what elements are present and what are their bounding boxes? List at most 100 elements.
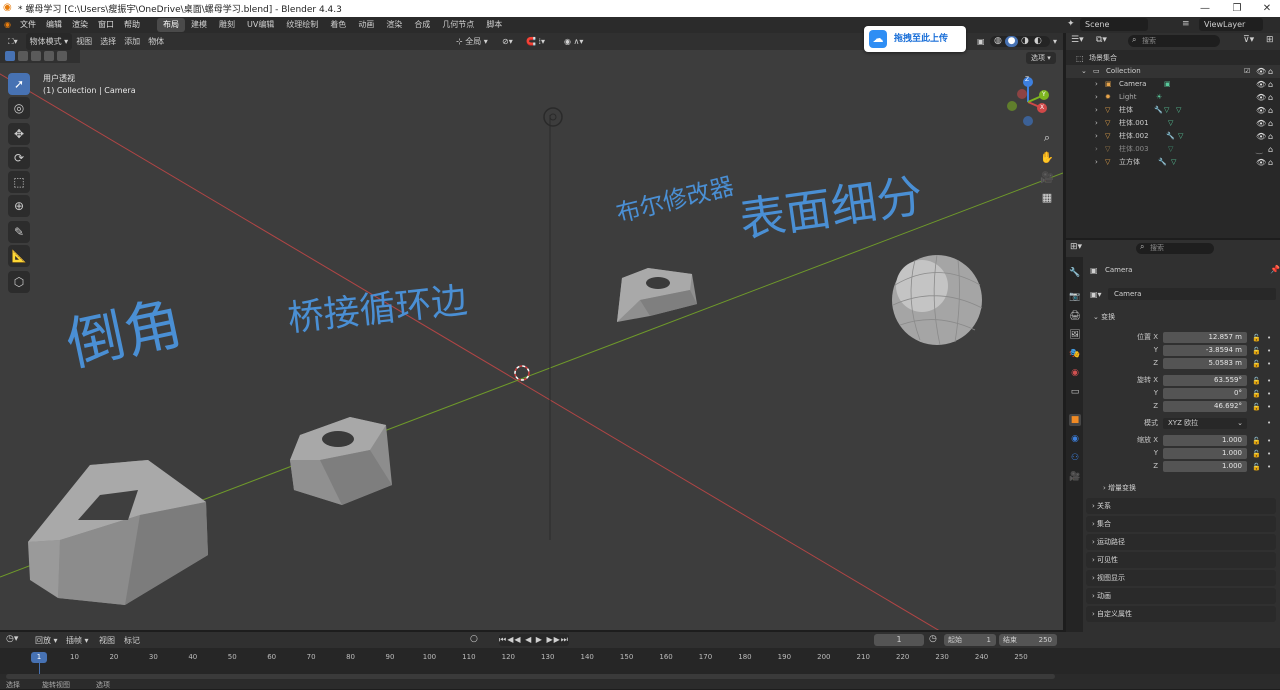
viewlayer-selector[interactable]: ViewLayer: [1199, 18, 1263, 31]
tab-animation[interactable]: 动画: [352, 18, 380, 32]
eye-icon[interactable]: 👁: [1256, 130, 1266, 143]
eye-icon[interactable]: 👁: [1256, 117, 1266, 130]
timeline-scrollbar[interactable]: [6, 674, 1055, 679]
keyframe-dot-icon[interactable]: • • •: [1267, 435, 1271, 474]
properties-editor-icon[interactable]: ⊞▾: [1070, 242, 1082, 252]
section-custom-properties[interactable]: › 自定义属性: [1086, 606, 1276, 622]
outliner-item[interactable]: › ▽ 柱体.003 ▽ ‿ ⌂: [1066, 143, 1280, 156]
constraints-tab-icon[interactable]: ⚇: [1069, 452, 1081, 464]
display-mode-icon[interactable]: ⧉▾: [1096, 35, 1107, 45]
menu-select[interactable]: 选择: [96, 33, 120, 50]
physics-tab-icon[interactable]: ◉: [1069, 433, 1081, 445]
camera-render-icon[interactable]: ⌂: [1268, 91, 1273, 104]
solid-shading-icon[interactable]: ●: [1005, 36, 1018, 47]
pan-hand-icon[interactable]: ✋: [1037, 148, 1057, 168]
expand-arrow-icon[interactable]: ›: [1095, 78, 1098, 91]
menu-edit[interactable]: 编辑: [41, 17, 67, 33]
add-cube-tool[interactable]: ⬡: [8, 271, 30, 293]
select-subtract-icon[interactable]: [31, 51, 41, 61]
cursor-tool[interactable]: ◎: [8, 97, 30, 119]
timeline-track[interactable]: [0, 648, 1280, 674]
view-layer-tab-icon[interactable]: 🖼: [1069, 329, 1081, 341]
perspective-toggle-icon[interactable]: ▦: [1037, 188, 1057, 208]
scene-tab-icon[interactable]: 🎭: [1069, 348, 1081, 360]
section-collections[interactable]: › 集合: [1086, 516, 1276, 532]
camera-render-icon[interactable]: ⌂: [1268, 117, 1273, 130]
collection-tab-icon[interactable]: ▭: [1069, 386, 1081, 398]
collection-checkbox-icon[interactable]: ☑: [1244, 65, 1250, 78]
outliner-item[interactable]: › ✹ Light ☀ 👁 ⌂: [1066, 91, 1280, 104]
rotation-y-field[interactable]: 0°: [1163, 388, 1247, 399]
outliner-item[interactable]: › ▣ Camera ▣ 👁 ⌂: [1066, 78, 1280, 91]
camera-render-icon[interactable]: ⌂: [1268, 78, 1273, 91]
menu-help[interactable]: 帮助: [119, 17, 145, 33]
camera-render-icon[interactable]: ⌂: [1268, 65, 1273, 78]
collection-row[interactable]: ⌄ ▭ Collection ☑ 👁 ⌂: [1066, 65, 1280, 78]
filter-icon[interactable]: ⊽▾: [1243, 35, 1254, 45]
camera-render-icon[interactable]: ⌂: [1268, 104, 1273, 117]
expand-arrow-icon[interactable]: ⌄: [1081, 65, 1087, 78]
camera-render-icon[interactable]: ⌂: [1268, 130, 1273, 143]
expand-arrow-icon[interactable]: ›: [1095, 104, 1098, 117]
datablock-icon[interactable]: ▣▾: [1090, 290, 1102, 299]
tab-rendering[interactable]: 渲染: [380, 18, 408, 32]
menu-window[interactable]: 窗口: [93, 17, 119, 33]
measure-tool[interactable]: 📐: [8, 245, 30, 267]
shading-options-icon[interactable]: ▾: [1049, 33, 1061, 50]
delta-transform-toggle[interactable]: › 增量变换: [1103, 483, 1136, 493]
close-button[interactable]: ✕: [1252, 0, 1280, 17]
editor-type-icon[interactable]: ⛶▾: [0, 33, 22, 50]
outliner-item[interactable]: › ▽ 立方体 🔧 ▽ 👁 ⌂: [1066, 156, 1280, 169]
move-tool[interactable]: ✥: [8, 123, 30, 145]
lock-icon[interactable]: 🔓 🔓 🔓: [1252, 375, 1261, 414]
minimize-button[interactable]: —: [1190, 0, 1220, 17]
mode-selector[interactable]: 物体模式 ▾: [25, 33, 73, 50]
zoom-icon[interactable]: ⌕: [1037, 128, 1057, 148]
lock-icon[interactable]: 🔓 🔓 🔓: [1252, 435, 1261, 474]
menu-view[interactable]: 视图: [72, 33, 96, 50]
maximize-button[interactable]: ❐: [1222, 0, 1252, 17]
transform-tool[interactable]: ⊕: [8, 195, 30, 217]
upload-drop-badge[interactable]: ☁ 拖拽至此上传: [864, 26, 966, 52]
object-tab-icon[interactable]: ■: [1069, 414, 1081, 426]
select-extend-icon[interactable]: [18, 51, 28, 61]
new-collection-icon[interactable]: ⊞: [1266, 35, 1274, 45]
tab-layout[interactable]: 布局: [156, 18, 185, 32]
expand-arrow-icon[interactable]: ›: [1095, 130, 1098, 143]
section-motion-paths[interactable]: › 运动路径: [1086, 534, 1276, 550]
timeline-editor-icon[interactable]: ◷▾: [6, 634, 18, 644]
keyframe-dot-icon[interactable]: • • •: [1267, 375, 1271, 414]
expand-arrow-icon[interactable]: ›: [1095, 91, 1098, 104]
expand-arrow-icon[interactable]: ›: [1095, 143, 1098, 156]
end-frame-field[interactable]: 结束 250: [999, 634, 1057, 646]
scene-icon[interactable]: ✦: [1067, 19, 1075, 29]
tab-sculpting[interactable]: 雕刻: [213, 18, 241, 32]
section-visibility[interactable]: › 可见性: [1086, 552, 1276, 568]
section-animation[interactable]: › 动画: [1086, 588, 1276, 604]
eye-icon[interactable]: 👁: [1256, 156, 1266, 169]
eye-icon[interactable]: 👁: [1256, 91, 1266, 104]
select-box-tool[interactable]: ➚: [8, 73, 30, 95]
proportional-edit-icon[interactable]: ◉ ∧▾: [560, 33, 587, 50]
select-new-icon[interactable]: [5, 51, 15, 61]
playhead[interactable]: 1: [31, 652, 47, 663]
blender-menu-icon[interactable]: ◉: [0, 17, 15, 33]
scale-y-field[interactable]: 1.000: [1163, 448, 1247, 459]
select-intersect-icon[interactable]: [57, 51, 67, 61]
menu-add[interactable]: 添加: [120, 33, 144, 50]
start-frame-field[interactable]: 起始 1: [944, 634, 996, 646]
material-preview-icon[interactable]: ◑: [1021, 36, 1029, 47]
eye-icon[interactable]: 👁: [1256, 78, 1266, 91]
menu-file[interactable]: 文件: [15, 17, 41, 33]
expand-arrow-icon[interactable]: ›: [1095, 117, 1098, 130]
rotate-tool[interactable]: ⟳: [8, 147, 30, 169]
camera-view-icon[interactable]: 🎥: [1037, 168, 1057, 188]
wireframe-icon[interactable]: ◍: [994, 36, 1002, 47]
xray-icon[interactable]: ▣: [973, 33, 989, 50]
lock-icon[interactable]: 🔓 🔓 🔓: [1252, 332, 1261, 371]
timeline-view-menu[interactable]: 视图: [99, 635, 115, 646]
record-icon[interactable]: ○: [470, 634, 478, 644]
scale-z-field[interactable]: 1.000: [1163, 461, 1247, 472]
select-invert-icon[interactable]: [44, 51, 54, 61]
eye-closed-icon[interactable]: ‿: [1256, 143, 1262, 156]
